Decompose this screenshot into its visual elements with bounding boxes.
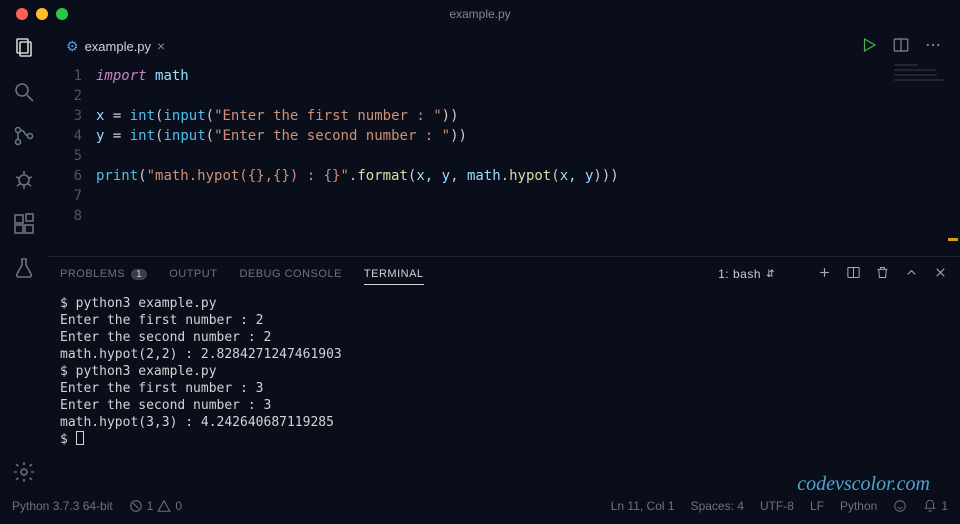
status-encoding[interactable]: UTF-8 [760,499,794,513]
split-editor-icon[interactable] [892,36,910,57]
scroll-marker [948,238,958,241]
run-icon[interactable] [860,36,878,57]
python-file-icon: ⚙ [66,38,79,55]
problems-badge: 1 [131,269,147,280]
window-title: example.py [0,0,960,28]
more-actions-icon[interactable] [924,36,942,57]
status-bar: Python 3.7.3 64-bit 1 0 Ln 11, Col 1 Spa… [0,494,960,518]
close-icon[interactable] [16,8,28,20]
tab-bar: ⚙ example.py × [48,28,960,64]
status-eol[interactable]: LF [810,499,824,513]
status-interpreter[interactable]: Python 3.7.3 64-bit [12,499,113,513]
testing-icon[interactable] [12,256,36,280]
status-language[interactable]: Python [840,499,877,513]
source-control-icon[interactable] [12,124,36,148]
activity-bar [0,28,48,494]
status-notifications[interactable]: 1 [923,499,948,513]
tab-output[interactable]: OUTPUT [169,268,217,280]
tab-problems[interactable]: PROBLEMS 1 [60,268,147,280]
bottom-panel: PROBLEMS 1 OUTPUT DEBUG CONSOLE TERMINAL… [48,256,960,494]
search-icon[interactable] [12,80,36,104]
tab-filename: example.py [85,39,151,54]
explorer-icon[interactable] [12,36,36,60]
debug-icon[interactable] [12,168,36,192]
code-editor[interactable]: 12345678 import math x = int(input("Ente… [48,64,960,256]
settings-icon[interactable] [12,460,36,484]
terminal-selector[interactable]: 1: bash ⇵ [714,265,779,283]
kill-terminal-icon[interactable] [875,265,890,283]
watermark: codevscolor.com [797,473,930,496]
status-indent[interactable]: Spaces: 4 [691,499,744,513]
new-terminal-icon[interactable] [817,265,832,283]
code-content[interactable]: import math x = int(input("Enter the fir… [96,64,960,256]
maximize-panel-icon[interactable] [904,265,919,283]
window-controls [16,8,68,20]
tab-debug-console[interactable]: DEBUG CONSOLE [239,268,341,280]
status-feedback-icon[interactable] [893,499,907,513]
terminal-output[interactable]: $ python3 example.pyEnter the first numb… [48,291,960,494]
close-panel-icon[interactable] [933,265,948,283]
status-cursor[interactable]: Ln 11, Col 1 [611,499,675,513]
line-gutter: 12345678 [48,64,96,256]
minimap[interactable] [894,64,954,104]
status-problems[interactable]: 1 0 [129,499,182,513]
minimize-icon[interactable] [36,8,48,20]
editor-tab[interactable]: ⚙ example.py × [56,32,175,61]
split-terminal-icon[interactable] [846,265,861,283]
maximize-icon[interactable] [56,8,68,20]
extensions-icon[interactable] [12,212,36,236]
close-tab-icon[interactable]: × [157,38,165,54]
tab-terminal[interactable]: TERMINAL [364,268,424,285]
